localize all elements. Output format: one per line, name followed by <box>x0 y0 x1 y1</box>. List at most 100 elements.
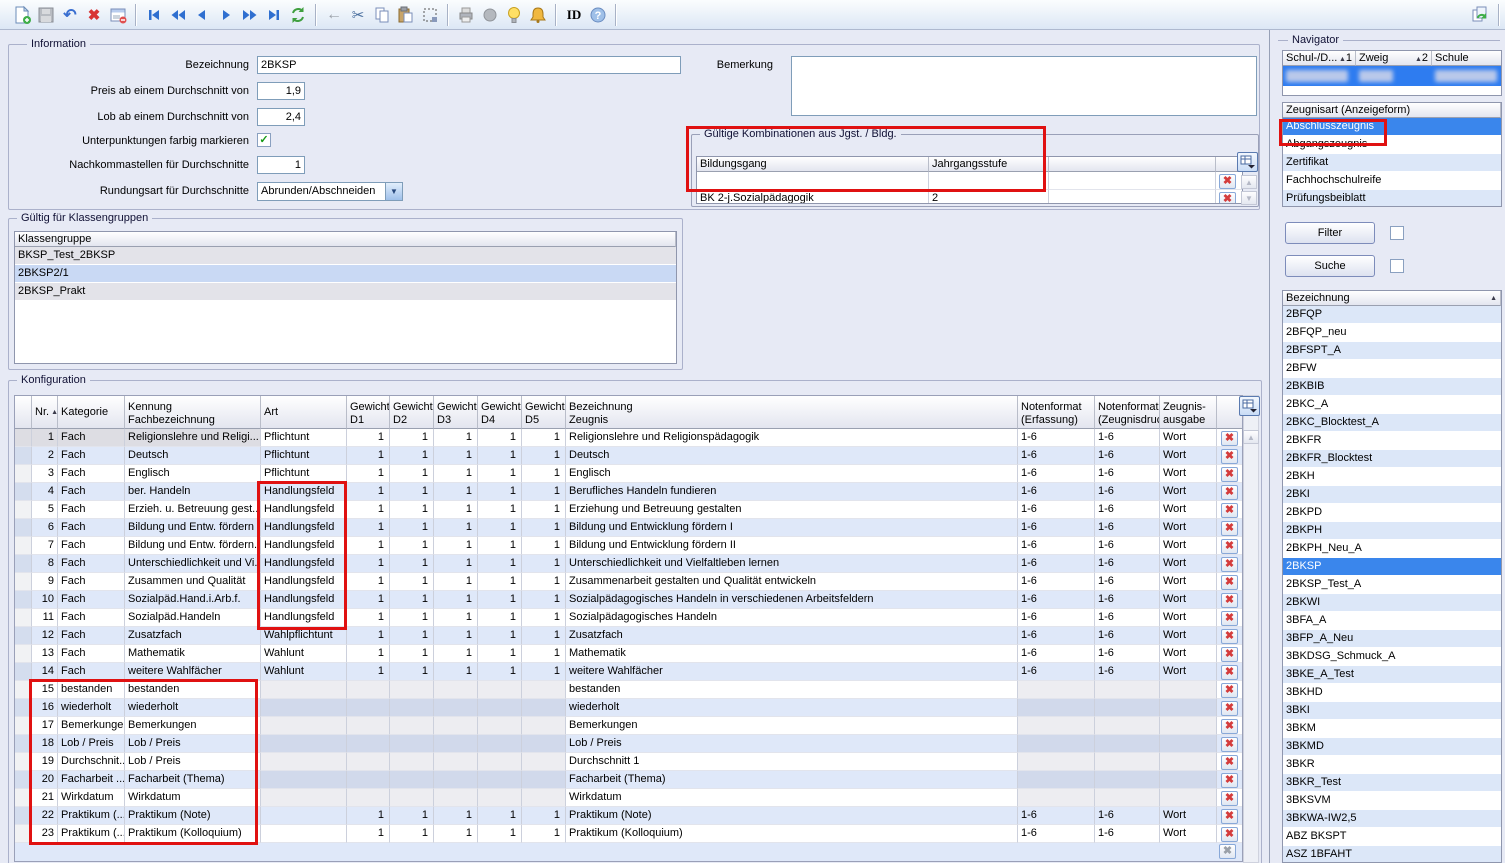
konfiguration-row[interactable]: 1 Fach Religionslehre und Religi... Pfli… <box>15 429 1242 447</box>
konfiguration-row[interactable]: 3 Fach Englisch Pflichtunt 1 1 1 1 1 Eng… <box>15 465 1242 483</box>
bezeichnung-item[interactable]: ABZ BKSPT <box>1283 828 1501 846</box>
konfiguration-row[interactable]: 9 Fach Zusammen und Qualität Handlungsfe… <box>15 573 1242 591</box>
bezeichnung-item[interactable]: 3BKSVM <box>1283 792 1501 810</box>
konfiguration-row[interactable]: 4 Fach ber. Handeln Handlungsfeld 1 1 1 … <box>15 483 1242 501</box>
konfiguration-empty-row[interactable]: ✖ <box>15 843 1242 861</box>
col-kategorie[interactable]: Kategorie <box>58 396 125 429</box>
next-record-button[interactable] <box>214 3 238 27</box>
bezeichnung-item[interactable]: 3BKR <box>1283 756 1501 774</box>
chevron-down-icon[interactable]: ▼ <box>385 183 402 200</box>
nachkommastellen-input[interactable] <box>257 156 305 174</box>
delete-row-button[interactable]: ✖ <box>1221 521 1238 536</box>
col-bezeichnung-zeugnis[interactable]: BezeichnungZeugnis <box>566 396 1018 429</box>
col-nr[interactable]: Nr.▲ <box>32 396 58 429</box>
delete-row-button[interactable]: ✖ <box>1221 467 1238 482</box>
bezeichnung-item[interactable]: 2BFSPT_A <box>1283 342 1501 360</box>
delete-row-button[interactable]: ✖ <box>1221 809 1238 824</box>
delete-row-button[interactable]: ✖ <box>1221 557 1238 572</box>
lob-input[interactable] <box>257 108 305 126</box>
undo-icon[interactable]: ↶ <box>58 3 82 27</box>
bezeichnung-item[interactable]: 2BFQP <box>1283 306 1501 324</box>
konfiguration-row[interactable]: 2 Fach Deutsch Pflichtunt 1 1 1 1 1 Deut… <box>15 447 1242 465</box>
konfiguration-row[interactable]: 17 Bemerkungen Bemerkungen Bemerkungen ✖ <box>15 717 1242 735</box>
col-gewicht-d3[interactable]: GewichtD3 <box>434 396 478 429</box>
delete-record-icon[interactable]: ✖ <box>82 3 106 27</box>
back-icon[interactable]: ← <box>322 3 346 27</box>
bezeichnung-item[interactable]: 3BKI <box>1283 702 1501 720</box>
col-schul[interactable]: Schul-/D...▲1 <box>1283 51 1356 66</box>
delete-row-button[interactable]: ✖ <box>1221 575 1238 590</box>
konfiguration-row[interactable]: 7 Fach Bildung und Entw. fördern... Hand… <box>15 537 1242 555</box>
col-gewicht-d2[interactable]: GewichtD2 <box>390 396 434 429</box>
save-button[interactable] <box>34 3 58 27</box>
filter-button[interactable]: Filter <box>1285 222 1375 244</box>
konfiguration-row[interactable]: 19 Durchschnit... Lob / Preis Durchschni… <box>15 753 1242 771</box>
notification-bell-icon[interactable] <box>526 3 550 27</box>
refresh-button[interactable] <box>286 3 310 27</box>
kombination-row[interactable]: BK 2-j.Sozialpädagogik 2 ✖ <box>697 190 1242 204</box>
col-art[interactable]: Art <box>261 396 347 429</box>
konfiguration-row[interactable]: 14 Fach weitere Wahlfächer Wahlunt 1 1 1… <box>15 663 1242 681</box>
form-properties-button[interactable] <box>106 3 130 27</box>
bezeichnung-item[interactable]: 2BFW <box>1283 360 1501 378</box>
bezeichnung-item[interactable]: 2BKI <box>1283 486 1501 504</box>
col-gewicht-d1[interactable]: GewichtD1 <box>347 396 390 429</box>
delete-row-button[interactable]: ✖ <box>1221 629 1238 644</box>
copy-button[interactable] <box>370 3 394 27</box>
delete-row-button[interactable]: ✖ <box>1221 503 1238 518</box>
col-zeugnisausgabe[interactable]: Zeugnis-ausgabe <box>1160 396 1217 429</box>
delete-row-button[interactable]: ✖ <box>1221 665 1238 680</box>
col-zweig[interactable]: Zweig▲2 <box>1356 51 1432 66</box>
konfiguration-row[interactable]: 16 wiederholt wiederholt wiederholt ✖ <box>15 699 1242 717</box>
zeugnisart-item[interactable]: Fachhochschulreife <box>1283 172 1501 190</box>
konfiguration-row[interactable]: 22 Praktikum (... Praktikum (Note) 1 1 1… <box>15 807 1242 825</box>
bezeichnung-item[interactable]: 2BKC_Blocktest_A <box>1283 414 1501 432</box>
select-region-button[interactable] <box>418 3 442 27</box>
id-button[interactable]: ID <box>562 3 586 27</box>
delete-row-button[interactable]: ✖ <box>1221 593 1238 608</box>
new-record-button[interactable] <box>10 3 34 27</box>
konfiguration-row[interactable]: 8 Fach Unterschiedlichkeit und Vi... Han… <box>15 555 1242 573</box>
col-jahrgangsstufe[interactable]: Jahrgangsstufe <box>929 157 1049 172</box>
konfiguration-row[interactable]: 13 Fach Mathematik Wahlunt 1 1 1 1 1 Mat… <box>15 645 1242 663</box>
fast-rewind-button[interactable] <box>166 3 190 27</box>
bezeichnung-item[interactable]: 3BKWA-IW2,5 <box>1283 810 1501 828</box>
bezeichnung-item[interactable]: 3BKR_Test <box>1283 774 1501 792</box>
delete-row-button[interactable]: ✖ <box>1221 611 1238 626</box>
bezeichnung-item[interactable]: 2BKBIB <box>1283 378 1501 396</box>
bezeichnung-item[interactable]: 2BKC_A <box>1283 396 1501 414</box>
delete-row-button[interactable]: ✖ <box>1221 737 1238 752</box>
delete-row-button[interactable]: ✖ <box>1221 431 1238 446</box>
konfiguration-row[interactable]: 20 Facharbeit ... Facharbeit (Thema) Fac… <box>15 771 1242 789</box>
zeugnisart-item[interactable]: Prüfungsbeiblatt <box>1283 190 1501 207</box>
suche-checkbox[interactable] <box>1390 259 1404 273</box>
last-record-button[interactable] <box>262 3 286 27</box>
bezeichnung-item[interactable]: 3BKE_A_Test <box>1283 666 1501 684</box>
help-icon[interactable]: ? <box>586 3 610 27</box>
delete-row-button[interactable]: ✖ <box>1221 647 1238 662</box>
delete-row-button[interactable]: ✖ <box>1221 701 1238 716</box>
bezeichnung-item[interactable]: 3BFA_A <box>1283 612 1501 630</box>
col-klassengruppe[interactable]: Klassengruppe <box>15 232 676 247</box>
print-button[interactable] <box>454 3 478 27</box>
zeugnisart-item[interactable]: Abgangszeugnis <box>1283 136 1501 154</box>
konfiguration-scrollbar[interactable] <box>1243 395 1259 863</box>
bezeichnung-item[interactable]: 2BKWI <box>1283 594 1501 612</box>
col-bildungsgang[interactable]: Bildungsgang <box>697 157 929 172</box>
delete-row-button[interactable]: ✖ <box>1219 192 1236 204</box>
col-gewicht-d4[interactable]: GewichtD4 <box>478 396 522 429</box>
bezeichnung-item[interactable]: 2BKPD <box>1283 504 1501 522</box>
col-kennung[interactable]: KennungFachbezeichnung <box>125 396 261 429</box>
paste-button[interactable] <box>394 3 418 27</box>
delete-row-button[interactable]: ✖ <box>1221 539 1238 554</box>
fast-forward-button[interactable] <box>238 3 262 27</box>
first-record-button[interactable] <box>142 3 166 27</box>
bezeichnung-item[interactable]: 3BFP_A_Neu <box>1283 630 1501 648</box>
filter-checkbox[interactable] <box>1390 226 1404 240</box>
bezeichnung-item[interactable]: 2BKFR <box>1283 432 1501 450</box>
col-notenformat-zeugnisdruck[interactable]: Notenformat(Zeugnisdruck) <box>1095 396 1160 429</box>
konfiguration-row[interactable]: 23 Praktikum (... Praktikum (Kolloquium)… <box>15 825 1242 843</box>
konfiguration-row[interactable]: 5 Fach Erzieh. u. Betreuung gest... Hand… <box>15 501 1242 519</box>
bezeichnung-item[interactable]: 3BKHD <box>1283 684 1501 702</box>
col-notenformat-erfassung[interactable]: Notenformat(Erfassung) <box>1018 396 1095 429</box>
